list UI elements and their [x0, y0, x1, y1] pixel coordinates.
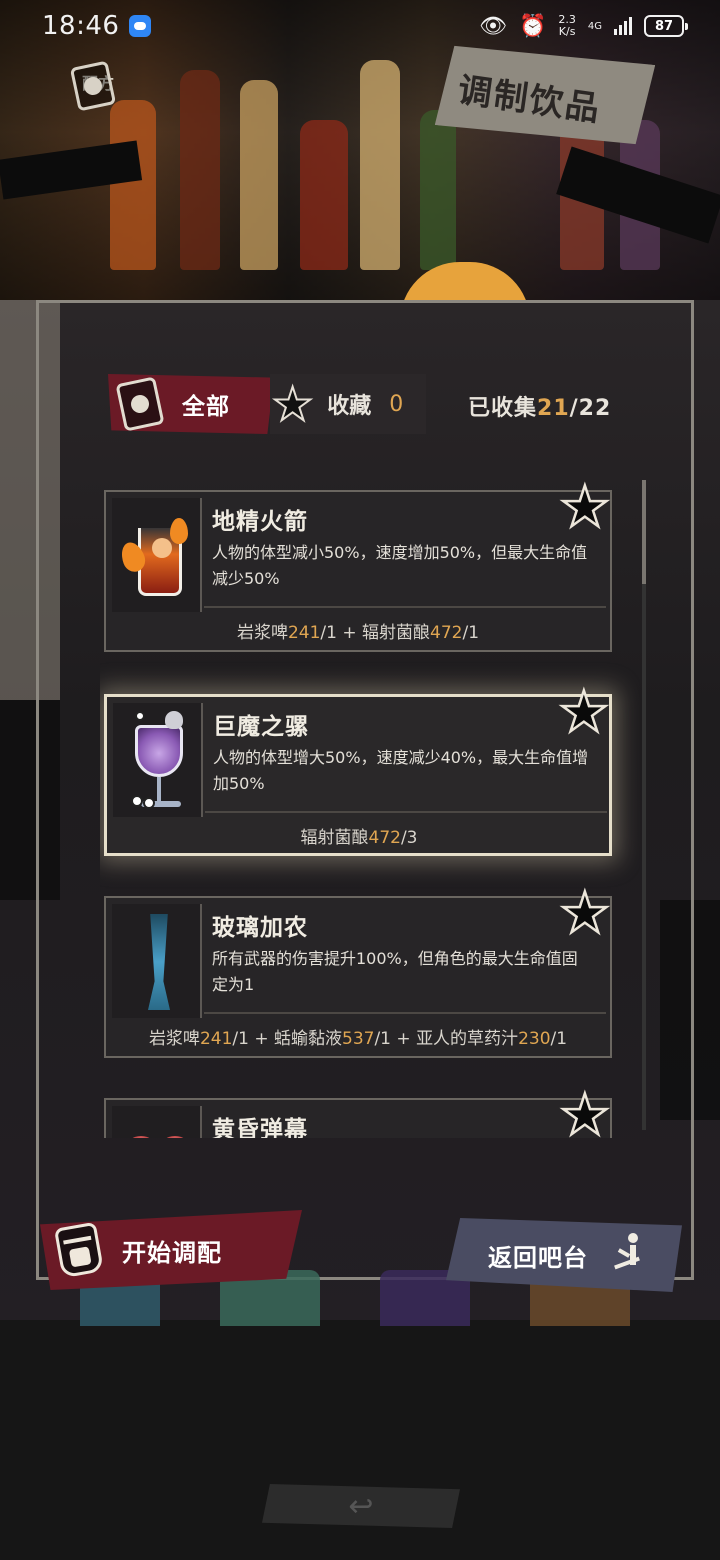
- alarm-icon: ⏰: [518, 13, 547, 39]
- back-to-bar-label: 返回吧台: [488, 1243, 588, 1272]
- tab-all-label: 全部: [182, 394, 230, 420]
- drink-card-selected[interactable]: 巨魔之骡 人物的体型增大50%，速度减少40%，最大生命值增加50% ★ 辐射菌…: [104, 683, 612, 856]
- drink-card[interactable]: 玻璃加农 所有武器的伤害提升100%，但角色的最大生命值固定为1 ★ 岩浆啤24…: [104, 884, 612, 1058]
- recipe-card-icon: [69, 60, 117, 112]
- favorite-star-icon[interactable]: ★: [559, 884, 612, 943]
- drink-ingredients: 岩浆啤241/1 + 蛞蝓黏液537/1 + 亚人的草药汁230/1: [148, 1029, 568, 1049]
- drink-list[interactable]: 地精火箭 人物的体型减小50%，速度增加50%，但最大生命值减少50% ★ 岩浆…: [100, 470, 640, 1138]
- favorite-star-icon[interactable]: ★: [559, 478, 612, 537]
- tab-favorites-label: 收藏: [327, 394, 372, 419]
- goggle-drink-icon: [112, 1106, 202, 1138]
- start-mixing-label: 开始调配: [122, 1238, 222, 1267]
- goblet-purple-icon: [113, 703, 203, 817]
- back-to-bar-button[interactable]: 返回吧台: [446, 1218, 682, 1292]
- tab-all[interactable]: 全部: [108, 374, 274, 434]
- drink-ingredients: 辐射菌酿472/3: [300, 828, 418, 848]
- drink-name: 黄昏弹幕: [212, 1117, 308, 1138]
- network-type: 4G: [587, 20, 602, 32]
- signal-icon: [614, 17, 632, 35]
- favorites-count: 0: [389, 391, 404, 417]
- battery-level: 87: [654, 18, 674, 34]
- drink-name: 玻璃加农: [212, 915, 308, 941]
- drink-name: 地精火箭: [212, 509, 308, 535]
- bartender-return-icon: [608, 1233, 652, 1277]
- collected-counter: 已收集21/22: [468, 396, 612, 421]
- nav-back-button[interactable]: ↩: [262, 1484, 460, 1528]
- favorite-star-icon[interactable]: ★: [558, 683, 611, 742]
- status-bar: 18:46 👁 ⏰ 2.3 K/s 4G 87: [0, 0, 720, 52]
- shaker-icon: [53, 1221, 105, 1279]
- drink-description: 所有武器的伤害提升100%，但角色的最大生命值固定为1: [212, 949, 578, 994]
- favorite-star-icon[interactable]: ★: [559, 1086, 612, 1138]
- weather-app-icon: [129, 15, 152, 37]
- status-time: 18:46: [42, 11, 120, 41]
- battery-icon: 87: [644, 15, 688, 37]
- drink-card[interactable]: 黄昏弹幕 ★: [104, 1086, 612, 1138]
- drink-description: 人物的体型减小50%，速度增加50%，但最大生命值减少50%: [212, 543, 588, 588]
- drink-description: 人物的体型增大50%，速度减少40%，最大生命值增加50%: [213, 748, 589, 793]
- drink-name: 巨魔之骡: [213, 714, 309, 740]
- drink-card[interactable]: 地精火箭 人物的体型减小50%，速度增加50%，但最大生命值减少50% ★ 岩浆…: [104, 478, 612, 652]
- cocktail-orange-icon: [112, 498, 202, 612]
- back-arrow-icon: ↩: [348, 1488, 374, 1524]
- star-icon: ★: [271, 377, 314, 431]
- card-icon: [115, 376, 165, 432]
- scrollbar-thumb[interactable]: [642, 480, 646, 584]
- tab-favorites[interactable]: ★ 收藏 0: [270, 374, 426, 434]
- net-speed: 2.3 K/s: [558, 13, 576, 38]
- eye-icon: 👁: [479, 13, 507, 39]
- recipe-button[interactable]: 配方: [69, 60, 126, 140]
- tall-glass-blue-icon: [112, 904, 202, 1018]
- drink-ingredients: 岩浆啤241/1 + 辐射菌酿472/1: [236, 623, 480, 643]
